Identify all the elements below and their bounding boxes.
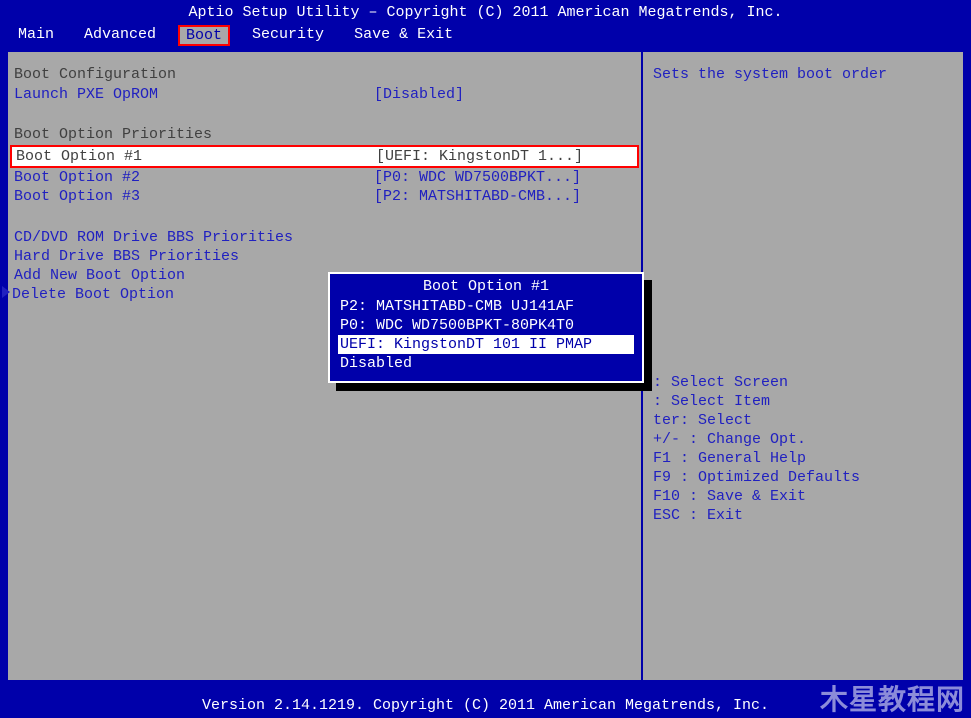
- boot-option-1-label: Boot Option #1: [16, 148, 376, 165]
- watermark-text: 木星教程网: [820, 678, 965, 718]
- help-select-screen: : Select Screen: [653, 373, 953, 392]
- hdd-bbs-row[interactable]: Hard Drive BBS Priorities: [14, 247, 635, 266]
- popup-item-2[interactable]: UEFI: KingstonDT 101 II PMAP: [338, 335, 634, 354]
- boot-option-1-value: [UEFI: KingstonDT 1...]: [376, 148, 583, 165]
- help-esc: ESC : Exit: [653, 506, 953, 525]
- tab-advanced[interactable]: Advanced: [76, 25, 164, 46]
- menu-tabs: Main Advanced Boot Security Save & Exit: [0, 23, 971, 50]
- tab-save-exit[interactable]: Save & Exit: [346, 25, 461, 46]
- boot-priorities-title: Boot Option Priorities: [14, 126, 635, 143]
- boot-option-popup: Boot Option #1 P2: MATSHITABD-CMB UJ141A…: [328, 272, 644, 383]
- boot-option-2-row[interactable]: Boot Option #2 [P0: WDC WD7500BPKT...]: [14, 168, 635, 187]
- popup-title: Boot Option #1: [338, 278, 634, 295]
- boot-option-3-row[interactable]: Boot Option #3 [P2: MATSHITABD-CMB...]: [14, 187, 635, 206]
- help-change-opt: +/- : Change Opt.: [653, 430, 953, 449]
- help-save-exit: F10 : Save & Exit: [653, 487, 953, 506]
- boot-option-3-label: Boot Option #3: [14, 188, 374, 205]
- help-optimized: F9 : Optimized Defaults: [653, 468, 953, 487]
- tab-security[interactable]: Security: [244, 25, 332, 46]
- tab-boot[interactable]: Boot: [178, 25, 230, 46]
- boot-option-2-value: [P0: WDC WD7500BPKT...]: [374, 169, 581, 186]
- pxe-label: Launch PXE OpROM: [14, 86, 374, 103]
- tab-main[interactable]: Main: [10, 25, 62, 46]
- right-panel: Sets the system boot order : Select Scre…: [643, 52, 963, 680]
- key-help-section: : Select Screen : Select Item ter: Selec…: [653, 373, 953, 525]
- cddvd-bbs-label: CD/DVD ROM Drive BBS Priorities: [14, 229, 374, 246]
- left-panel: Boot Configuration Launch PXE OpROM [Dis…: [8, 52, 643, 680]
- cddvd-bbs-row[interactable]: CD/DVD ROM Drive BBS Priorities: [14, 228, 635, 247]
- pxe-value: [Disabled]: [374, 86, 464, 103]
- main-content: Boot Configuration Launch PXE OpROM [Dis…: [6, 50, 965, 682]
- bios-header: Aptio Setup Utility – Copyright (C) 2011…: [0, 0, 971, 23]
- popup-item-0[interactable]: P2: MATSHITABD-CMB UJ141AF: [338, 297, 634, 316]
- boot-option-3-value: [P2: MATSHITABD-CMB...]: [374, 188, 581, 205]
- help-select-item: : Select Item: [653, 392, 953, 411]
- hdd-bbs-label: Hard Drive BBS Priorities: [14, 248, 374, 265]
- boot-config-title: Boot Configuration: [14, 66, 635, 83]
- header-title: Aptio Setup Utility – Copyright (C) 2011…: [188, 4, 782, 21]
- delete-boot-option-label: Delete Boot Option: [12, 286, 372, 303]
- help-description: Sets the system boot order: [653, 66, 953, 83]
- add-boot-option-label: Add New Boot Option: [14, 267, 374, 284]
- help-enter: ter: Select: [653, 411, 953, 430]
- help-general-help: F1 : General Help: [653, 449, 953, 468]
- boot-option-2-label: Boot Option #2: [14, 169, 374, 186]
- triangle-icon: [2, 286, 10, 298]
- boot-option-1-row[interactable]: Boot Option #1 [UEFI: KingstonDT 1...]: [10, 145, 639, 168]
- footer-text: Version 2.14.1219. Copyright (C) 2011 Am…: [202, 697, 769, 714]
- popup-item-3[interactable]: Disabled: [338, 354, 634, 373]
- pxe-oprom-row[interactable]: Launch PXE OpROM [Disabled]: [14, 85, 635, 104]
- popup-item-1[interactable]: P0: WDC WD7500BPKT-80PK4T0: [338, 316, 634, 335]
